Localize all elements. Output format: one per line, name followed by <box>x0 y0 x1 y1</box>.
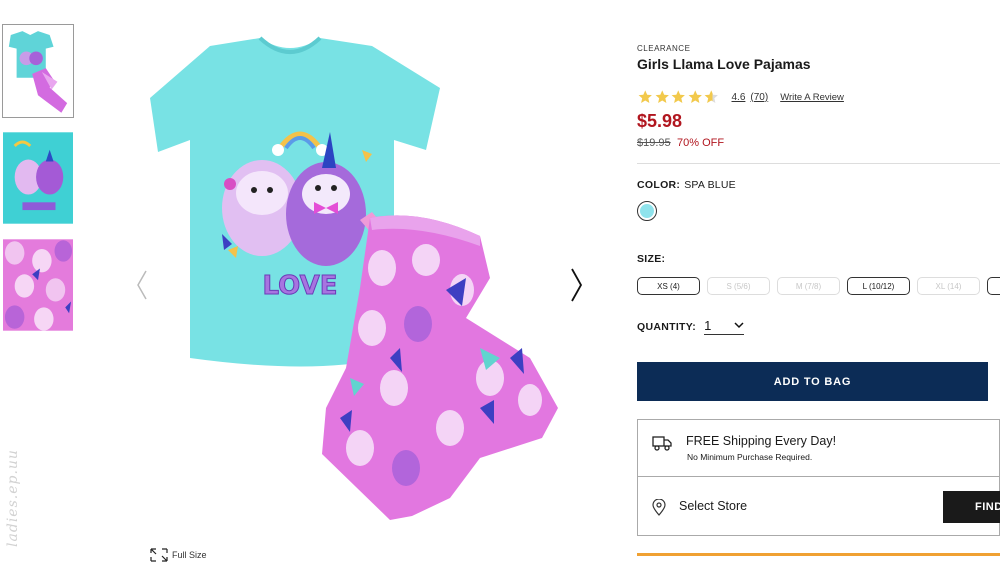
size-option-xl[interactable]: XL (14) <box>917 277 980 295</box>
location-pin-icon <box>652 499 666 516</box>
expand-icon <box>150 548 168 562</box>
rating-stars[interactable] <box>637 89 720 105</box>
size-option-m[interactable]: M (7/8) <box>777 277 840 295</box>
full-size-button[interactable]: Full Size <box>150 548 207 562</box>
watermark-text: ladies.ep.uu <box>4 449 21 547</box>
color-swatch-spa-blue[interactable] <box>637 201 657 221</box>
star-icon <box>638 90 652 103</box>
shirt-love-text: LOVE <box>263 271 338 301</box>
find-store-button[interactable]: FIND <box>943 491 1000 523</box>
quantity-value: 1 <box>704 318 712 333</box>
quantity-label: QUANTITY: <box>637 320 697 333</box>
color-row: COLOR: SPA BLUE <box>637 179 736 191</box>
clearance-badge: CLEARANCE <box>637 44 691 53</box>
star-half-icon <box>704 90 718 103</box>
shipping-row: FREE Shipping Every Day! No Minimum Purc… <box>638 420 999 477</box>
add-to-bag-button[interactable]: ADD TO BAG <box>637 362 988 401</box>
swatch-fill <box>640 204 654 218</box>
discount-percent: 70% OFF <box>677 137 725 149</box>
color-value: SPA BLUE <box>684 179 736 191</box>
rating-row: 4.6 (70) Write A Review <box>637 88 844 106</box>
color-label: COLOR: <box>637 179 681 191</box>
star-icon <box>671 90 685 103</box>
thumbnail-llama-graphic[interactable] <box>2 131 74 225</box>
sale-price: $5.98 <box>637 111 683 131</box>
divider <box>637 163 1000 164</box>
quantity-row: QUANTITY: 1 <box>637 318 745 335</box>
prev-image-button[interactable] <box>132 265 152 305</box>
size-option-s[interactable]: S (5/6) <box>707 277 770 295</box>
watermark: ladies.ep.uu <box>4 440 26 560</box>
original-price: $19.95 <box>637 137 671 149</box>
select-store-link[interactable]: Select Store <box>679 499 747 513</box>
star-icon <box>655 90 669 103</box>
shipping-subtitle: No Minimum Purchase Required. <box>687 452 813 462</box>
product-title: Girls Llama Love Pajamas <box>637 56 811 72</box>
rating-value[interactable]: 4.6 <box>732 92 746 103</box>
size-option-l[interactable]: L (10/12) <box>847 277 910 295</box>
shipping-title: FREE Shipping Every Day! <box>686 434 837 448</box>
chevron-left-icon <box>137 270 147 300</box>
rating-count[interactable]: (70) <box>750 92 768 103</box>
thumbnail-pant-pattern[interactable] <box>2 238 74 332</box>
write-review-link[interactable]: Write A Review <box>780 92 844 103</box>
full-size-label: Full Size <box>172 550 207 560</box>
pajama-illustration: LOVE <box>150 36 558 521</box>
size-option-xs[interactable]: XS (4) <box>637 277 700 295</box>
main-product-image[interactable]: LOVE <box>150 28 570 528</box>
quantity-select[interactable]: 1 <box>704 318 745 335</box>
thumbnail-full-set[interactable] <box>2 24 74 118</box>
delivery-truck-icon <box>652 436 672 451</box>
fulfillment-box: FREE Shipping Every Day! No Minimum Purc… <box>637 419 1000 536</box>
size-options: XS (4) S (5/6) M (7/8) L (10/12) XL (14) <box>637 277 1000 295</box>
star-icon <box>688 90 702 103</box>
size-label: SIZE: <box>637 253 666 265</box>
chevron-down-icon <box>734 322 744 329</box>
size-option-xxl[interactable] <box>987 277 1000 295</box>
store-row: Select Store FIND <box>638 477 1000 537</box>
thumbnail-strip <box>2 24 75 345</box>
accent-divider <box>637 553 1000 556</box>
